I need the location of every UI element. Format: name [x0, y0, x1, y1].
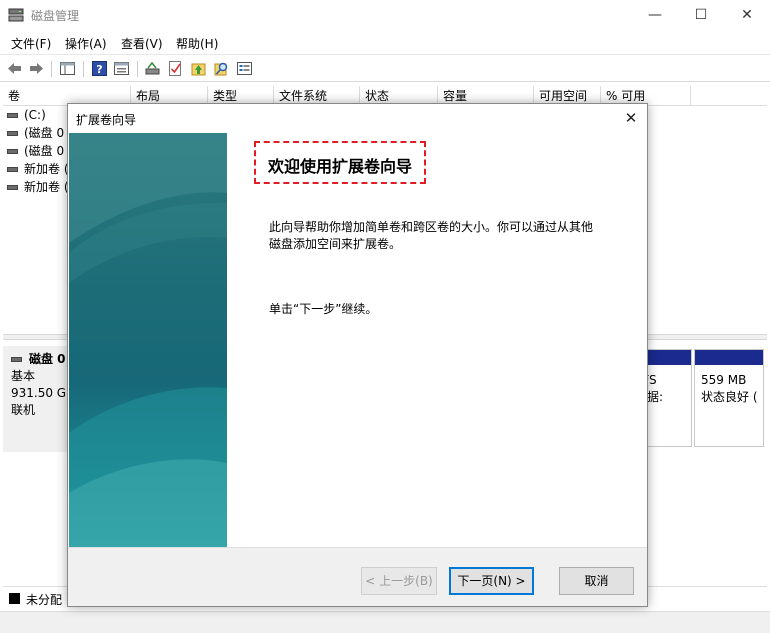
maximize-button[interactable]: ☐	[678, 0, 724, 31]
disk-icon	[11, 357, 22, 362]
check-icon[interactable]	[167, 60, 184, 77]
wizard-description: 此向导帮助你增加简单卷和跨区卷的大小。你可以通过从其他 磁盘添加空间来扩展卷。	[269, 220, 594, 251]
partition-block[interactable]: 559 MB 状态良好 (	[694, 349, 764, 447]
close-button[interactable]: ✕	[724, 0, 770, 31]
up-icon[interactable]	[190, 60, 207, 77]
next-button[interactable]: 下一页(N) >	[449, 567, 534, 595]
disk-icon	[7, 113, 18, 118]
back-arrow-icon[interactable]	[6, 60, 23, 77]
wizard-continue-text: 单击“下一步”继续。	[269, 302, 378, 316]
window-title: 磁盘管理	[31, 9, 80, 23]
toolbar: ?	[0, 54, 770, 82]
dialog-title: 扩展卷向导	[76, 113, 137, 127]
heading-highlight: 欢迎使用扩展卷向导	[254, 141, 426, 184]
list-icon[interactable]	[236, 60, 253, 77]
menu-help[interactable]: 帮助(H)	[176, 35, 218, 52]
toolbar-separator	[51, 61, 52, 77]
disk-icon	[7, 167, 18, 172]
disk-name: 磁盘 0	[29, 352, 66, 366]
properties-icon[interactable]	[113, 60, 130, 77]
console-tree-icon[interactable]	[59, 60, 76, 77]
cancel-button[interactable]: 取消	[559, 567, 634, 595]
search-icon[interactable]	[213, 60, 230, 77]
connect-icon[interactable]	[144, 60, 161, 77]
volume-row[interactable]: (C:)	[7, 106, 46, 124]
title-bar: 磁盘管理 — ☐ ✕	[0, 0, 770, 31]
unallocated-swatch	[9, 593, 20, 604]
disk-info[interactable]: 磁盘 0 基本 931.50 GB 联机	[3, 346, 69, 452]
disk-icon	[7, 149, 18, 154]
menu-file[interactable]: 文件(F)	[11, 35, 51, 52]
volume-row[interactable]: 新加卷 (	[7, 178, 69, 196]
toolbar-separator	[83, 61, 84, 77]
disk-status: 联机	[11, 403, 36, 417]
menu-bar: 文件(F) 操作(A) 查看(V) 帮助(H)	[0, 31, 770, 54]
dialog-close-button[interactable]: ✕	[617, 106, 645, 130]
disk-size: 931.50 GB	[11, 386, 69, 400]
svg-text:?: ?	[96, 63, 102, 76]
menu-action[interactable]: 操作(A)	[65, 35, 107, 52]
toolbar-separator	[137, 61, 138, 77]
wizard-banner	[69, 133, 227, 547]
minimize-button[interactable]: —	[632, 0, 678, 31]
wizard-content: 欢迎使用扩展卷向导 此向导帮助你增加简单卷和跨区卷的大小。你可以通过从其他 磁盘…	[233, 133, 647, 547]
volume-row[interactable]: (磁盘 0	[7, 142, 64, 160]
disk-management-icon	[8, 8, 24, 22]
wizard-footer: < 上一步(B) 下一页(N) > 取消	[68, 547, 647, 606]
disk-icon	[7, 185, 18, 190]
dialog-title-bar: 扩展卷向导 ✕	[68, 104, 647, 133]
volume-row[interactable]: 新加卷 (	[7, 160, 69, 178]
forward-arrow-icon[interactable]	[28, 60, 45, 77]
disk-type: 基本	[11, 369, 36, 383]
help-icon[interactable]: ?	[91, 60, 108, 77]
disk-icon	[7, 131, 18, 136]
back-button[interactable]: < 上一步(B)	[361, 567, 437, 595]
menu-view[interactable]: 查看(V)	[121, 35, 163, 52]
status-bar	[0, 611, 770, 633]
wizard-banner-art	[69, 133, 227, 547]
extend-volume-wizard: 扩展卷向导 ✕ 欢迎使用扩展卷向导 此向导帮助你增加简单卷和跨区卷的大小。你可以…	[67, 103, 648, 607]
wizard-heading: 欢迎使用扩展卷向导	[268, 157, 413, 176]
legend-unallocated: 未分配	[26, 593, 63, 607]
volume-row[interactable]: (磁盘 0	[7, 124, 64, 142]
